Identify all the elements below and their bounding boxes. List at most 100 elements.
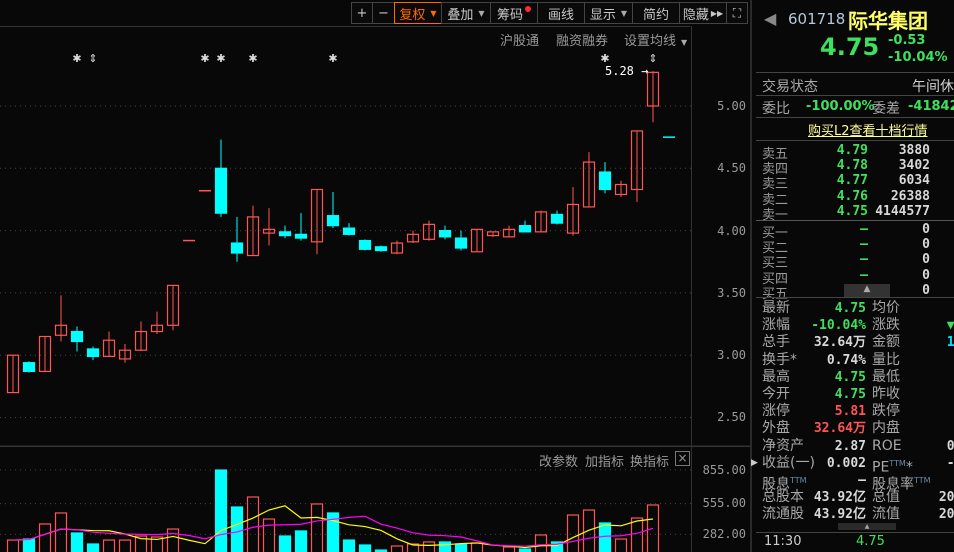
stat-label: 今开 <box>762 386 790 403</box>
stat-label: 涨停 <box>762 403 790 420</box>
volume-bar <box>422 541 436 552</box>
stat-label: 收益(一) <box>762 455 815 472</box>
candle-down <box>326 215 340 227</box>
ttm-superscript: TTM <box>889 458 906 468</box>
kline-chart[interactable]: ✱ ⇕ ✱ ✱ ✱ ✱ ✱ ⇕ <box>0 0 750 552</box>
candle-down <box>230 242 244 254</box>
stat-label-text: 量比 <box>872 351 900 368</box>
candle-down <box>374 246 388 252</box>
collapse-stats-button[interactable]: ▲ <box>838 523 896 530</box>
stat-label-text: 昨收 <box>872 386 900 402</box>
volume-bar <box>22 538 36 552</box>
volume-bar <box>102 539 116 552</box>
stat-row: 流通股 43.92亿 流值 208.6 <box>756 506 954 523</box>
stat-label-text: 总股本 <box>762 489 804 506</box>
stat-value-2: 5.2 <box>918 386 954 403</box>
stat-label-text: 换手* <box>762 351 797 368</box>
stat-label-text: 流值 <box>872 506 900 523</box>
asks-quantity: 26388 <box>890 188 930 204</box>
candle-down <box>598 171 612 191</box>
stat-value-2: -4.9 <box>946 455 954 471</box>
stat-label-text: 今开 <box>762 386 790 402</box>
stat-value: 43.92亿 <box>813 507 866 523</box>
candle-down <box>86 348 100 358</box>
volume-bar <box>214 469 228 552</box>
panel-divider[interactable] <box>750 0 752 552</box>
buy-l2-link[interactable]: 购买L2查看十档行情 <box>808 120 928 139</box>
stat-label-2: 最低 <box>872 369 900 386</box>
volume-bar <box>358 544 372 552</box>
stat-value: 32.64万 <box>813 335 866 351</box>
stat-value: -10.04% <box>811 318 866 334</box>
stat-label: 总股本 <box>762 489 804 506</box>
bids-quantity: 0 <box>922 237 930 253</box>
volume-bar <box>54 512 68 552</box>
volume-bar <box>438 541 452 552</box>
bids-price: — <box>860 267 868 283</box>
stat-label: 最高 <box>762 369 790 386</box>
ttm-superscript: TTM <box>790 476 807 485</box>
stat-label-text: 涨停 <box>762 403 790 420</box>
stat-label-text: 最新 <box>762 300 790 316</box>
stat-label-text: 总手 <box>762 334 790 351</box>
asks-row: 卖四 4.78 3402 <box>756 158 954 177</box>
stat-row: 股息TTM — 股息率TTM <box>756 472 954 493</box>
asks-quantity: 4144577 <box>875 203 930 219</box>
volume-bar <box>246 496 260 552</box>
stat-row: 最新 4.75 均价 4.7 <box>756 300 954 317</box>
bids-price: — <box>860 222 868 237</box>
stat-value: 0.74% <box>826 352 866 368</box>
stat-label: 最新 <box>762 300 790 317</box>
bids-row: 买二 —0 <box>756 237 954 256</box>
volume-bar <box>454 543 468 552</box>
event-star-icon: ✱ <box>248 52 257 65</box>
stat-value: 43.92亿 <box>813 490 866 506</box>
stat-value-2: 4.7 <box>918 403 954 420</box>
stat-value-2: 208.6 <box>938 507 954 523</box>
volume-bar <box>6 539 20 552</box>
tick-price: 4.75 <box>856 534 885 549</box>
event-star-icon: ✱ <box>72 52 81 65</box>
asks-price: 4.76 <box>836 188 868 204</box>
stat-row: 总手 32.64万 金额 1.55 <box>756 334 954 351</box>
stat-label-text: 净资产 <box>762 437 804 454</box>
volume-bar <box>502 546 516 552</box>
status-label: 交易状态 <box>762 79 818 95</box>
bids-price: — <box>860 252 868 268</box>
stat-row: 今开 4.75 昨收 5.2 <box>756 386 954 403</box>
collapse-orderbook-button[interactable]: ▲ <box>844 284 890 297</box>
stat-row: 最高 4.75 最低 4.7 <box>756 369 954 386</box>
stat-value: 2.87 <box>834 438 866 454</box>
asks-row: 卖五 4.79 3880 <box>756 143 954 162</box>
asks-price: 4.75 <box>836 203 868 219</box>
stat-label-text: 最低 <box>872 368 900 385</box>
stat-label-2: 总值 <box>872 489 900 506</box>
candle-down <box>438 230 452 238</box>
weicha-label: 委差 <box>872 101 900 117</box>
volume-bar <box>598 522 612 552</box>
volume-bar <box>390 545 404 552</box>
candle-down <box>518 225 532 233</box>
stat-label: 净资产 <box>762 438 804 455</box>
volume-bar <box>630 517 644 552</box>
stat-label: 外盘 <box>762 420 790 437</box>
stat-value-2: 0.06 <box>946 438 954 454</box>
stat-label-text: 流通股 <box>762 506 804 523</box>
stat-value: 4.75 <box>834 369 866 385</box>
asks-price: 4.78 <box>836 158 868 174</box>
volume-bar <box>566 514 580 552</box>
event-star-icon: ✱ <box>328 52 337 65</box>
volume-bar <box>38 523 52 552</box>
stat-value-2: 208.6 <box>938 490 954 506</box>
asks-quantity: 6034 <box>898 173 930 189</box>
status-value: 午间休 <box>912 79 954 95</box>
stat-value: 4.75 <box>834 301 866 316</box>
candle-down <box>294 233 308 239</box>
asks-price: 4.79 <box>836 143 868 158</box>
back-arrow-icon[interactable]: ◀ <box>764 9 776 28</box>
candle-down <box>342 227 356 235</box>
volume-bar <box>310 503 324 552</box>
bids-quantity: 0 <box>922 267 930 283</box>
stat-label-2: 流值 <box>872 506 900 523</box>
stat-label-2: 涨跌 <box>872 317 900 334</box>
